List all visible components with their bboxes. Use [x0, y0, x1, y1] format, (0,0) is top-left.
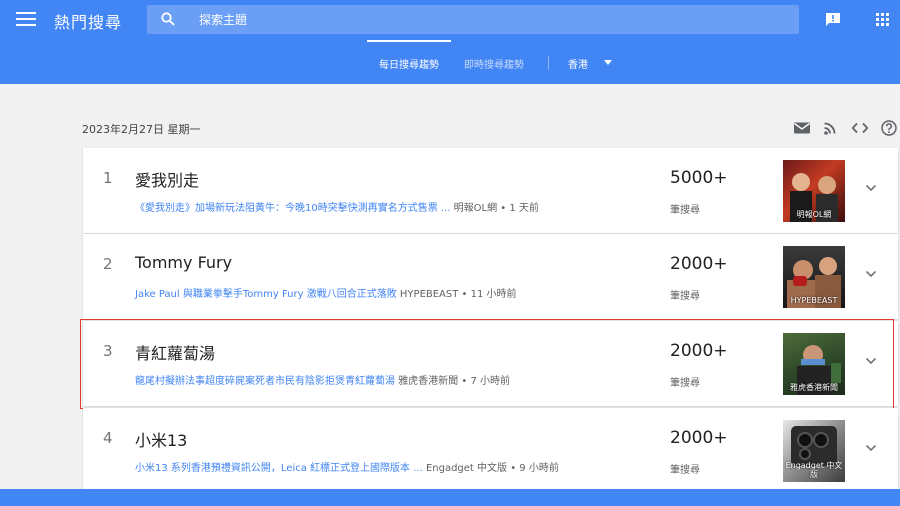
hamburger-menu-icon[interactable]	[16, 12, 36, 30]
search-count-label: 筆搜尋	[670, 205, 700, 216]
expand-chevron-icon[interactable]	[865, 357, 877, 365]
expand-chevron-icon[interactable]	[865, 444, 877, 452]
help-icon[interactable]	[880, 120, 898, 136]
tab-daily-trends[interactable]: 每日搜尋趨勢	[379, 56, 439, 71]
tab-divider	[548, 56, 549, 70]
trend-card[interactable]: 4 小米13 小米13 系列香港預禮資訊公開，Leica 紅標正式登上國際版本 …	[83, 408, 898, 493]
search-icon[interactable]	[161, 12, 175, 26]
trend-title[interactable]: 愛我別走	[135, 167, 199, 191]
trend-card[interactable]: 3 青紅蘿蔔湯 龍尾村擬辦法事超度碎屍案死者市民有陰影拒煲青紅蘿蔔湯 雅虎香港新…	[83, 321, 898, 406]
top-header: 熱門搜尋 每日搜尋趨勢 即時搜尋趨勢 香港	[0, 0, 900, 84]
trend-article: 龍尾村擬辦法事超度碎屍案死者市民有陰影拒煲青紅蘿蔔湯 雅虎香港新聞 • 7 小時…	[135, 372, 510, 387]
trend-rank: 4	[103, 429, 113, 447]
search-count: 2000+	[670, 341, 728, 361]
thumbnail-caption: HYPEBEAST	[790, 296, 838, 305]
trend-card[interactable]: 2 Tommy Fury Jake Paul 與職業拳擊手Tommy Fury …	[83, 234, 898, 319]
search-count-label: 筆搜尋	[670, 378, 700, 389]
news-thumbnail[interactable]: Engadget 中文版	[783, 420, 845, 482]
active-tab-indicator	[367, 40, 451, 42]
search-count: 2000+	[670, 428, 728, 448]
dropdown-caret-icon[interactable]	[604, 60, 612, 65]
trend-title[interactable]: 小米13	[135, 427, 187, 451]
rss-icon[interactable]	[822, 120, 840, 136]
app-title: 熱門搜尋	[54, 13, 123, 32]
trends-tabs: 每日搜尋趨勢 即時搜尋趨勢 香港	[0, 42, 900, 84]
trend-rank: 2	[103, 255, 113, 273]
article-link[interactable]: 《愛我別走》加場新玩法阻黃牛：今晚10時突擊快測再實名方式售票 ...	[135, 203, 450, 214]
feedback-icon[interactable]	[825, 12, 841, 26]
article-link[interactable]: Jake Paul 與職業拳擊手Tommy Fury 激戰八回合正式落敗	[135, 289, 397, 300]
trend-card[interactable]: 1 愛我別走 《愛我別走》加場新玩法阻黃牛：今晚10時突擊快測再實名方式售票 .…	[83, 148, 898, 233]
search-input[interactable]	[199, 5, 789, 34]
embed-code-icon[interactable]	[851, 120, 869, 136]
article-source: HYPEBEAST • 11 小時前	[399, 289, 517, 300]
trend-title[interactable]: 青紅蘿蔔湯	[135, 340, 215, 364]
region-selector[interactable]: 香港	[568, 56, 588, 71]
search-count: 2000+	[670, 254, 728, 274]
news-thumbnail[interactable]: HYPEBEAST	[783, 246, 845, 308]
news-thumbnail[interactable]: 雅虎香港新聞	[783, 333, 845, 395]
article-source: 明報OL網 • 1 天前	[453, 203, 539, 214]
trend-title[interactable]: Tommy Fury	[135, 253, 232, 272]
apps-grid-icon[interactable]	[876, 13, 889, 26]
search-box[interactable]	[147, 5, 799, 34]
trend-article: Jake Paul 與職業拳擊手Tommy Fury 激戰八回合正式落敗 HYP…	[135, 285, 517, 300]
search-count-label: 筆搜尋	[670, 465, 700, 476]
search-count: 5000+	[670, 168, 728, 188]
article-source: Engadget 中文版 • 9 小時前	[425, 463, 559, 474]
tab-realtime-trends[interactable]: 即時搜尋趨勢	[464, 56, 524, 71]
mail-icon[interactable]	[793, 120, 811, 136]
expand-chevron-icon[interactable]	[865, 270, 877, 278]
trend-rank: 3	[103, 342, 113, 360]
date-label: 2023年2月27日 星期一	[82, 123, 201, 136]
trend-rank: 1	[103, 169, 113, 187]
news-thumbnail[interactable]: 明報OL網	[783, 160, 845, 222]
thumbnail-caption: 明報OL網	[796, 210, 832, 219]
bottom-bar	[0, 489, 900, 506]
article-link[interactable]: 龍尾村擬辦法事超度碎屍案死者市民有陰影拒煲青紅蘿蔔湯	[135, 376, 395, 387]
article-source: 雅虎香港新聞 • 7 小時前	[398, 376, 510, 387]
article-link[interactable]: 小米13 系列香港預禮資訊公開，Leica 紅標正式登上國際版本 ...	[135, 463, 423, 474]
thumbnail-caption: 雅虎香港新聞	[790, 383, 838, 392]
search-count-label: 筆搜尋	[670, 291, 700, 302]
trend-article: 小米13 系列香港預禮資訊公開，Leica 紅標正式登上國際版本 ... Eng…	[135, 459, 559, 474]
thumbnail-caption: Engadget 中文版	[785, 461, 843, 479]
trend-article: 《愛我別走》加場新玩法阻黃牛：今晚10時突擊快測再實名方式售票 ... 明報OL…	[135, 199, 539, 214]
expand-chevron-icon[interactable]	[865, 184, 877, 192]
